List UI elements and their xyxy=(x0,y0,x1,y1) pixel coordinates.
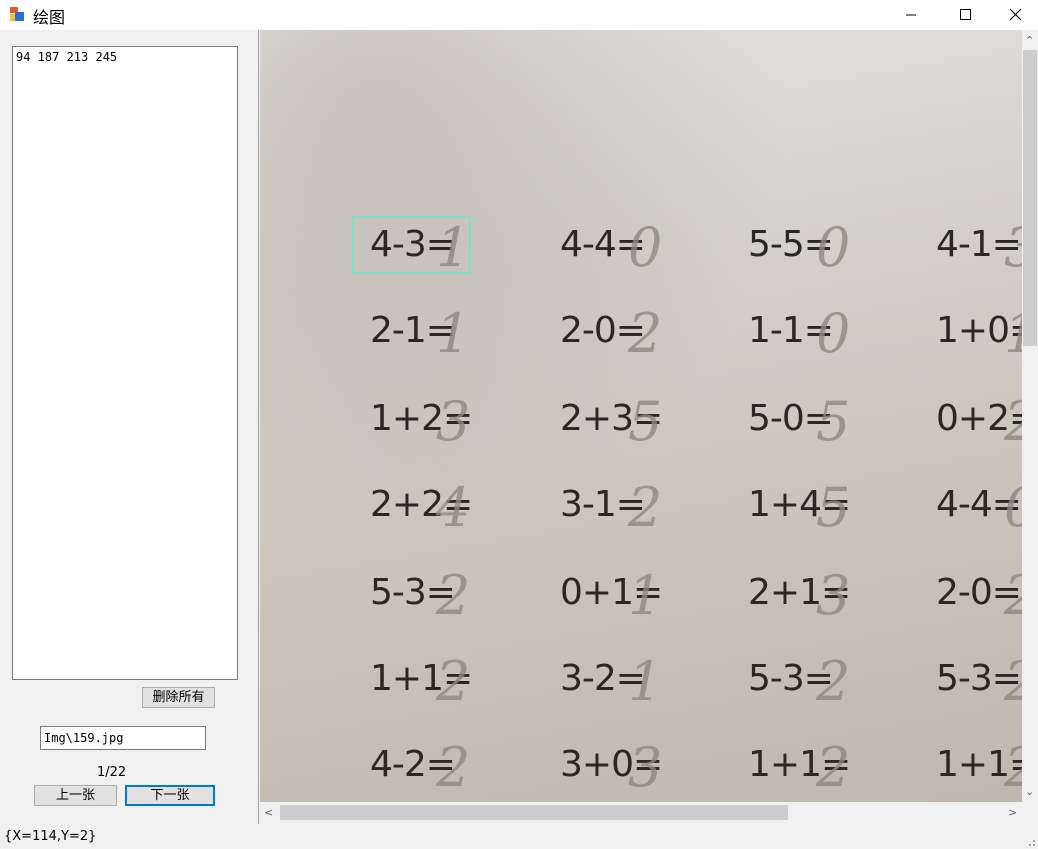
problem-cell: 2-0=2 xyxy=(560,302,735,365)
problem-cell: 2+1= 3 xyxy=(748,564,923,627)
problem-cell: 1+2= 3 xyxy=(370,390,545,453)
problem-cell: 3+0= 3 xyxy=(560,736,735,799)
problem-cell: 1+1=2 xyxy=(936,736,1022,799)
handwritten-answer: 2 xyxy=(1004,736,1022,799)
vertical-scroll-thumb[interactable] xyxy=(1023,50,1037,346)
problem-cell: 2+3= 5 xyxy=(560,390,735,453)
maximize-icon xyxy=(960,9,971,20)
status-bar: {X=114,Y=2} xyxy=(0,824,1038,849)
problem-cell: 4-1=3 xyxy=(936,216,1022,279)
handwritten-answer: 2 xyxy=(436,564,471,627)
handwritten-answer: 5 xyxy=(816,476,851,539)
problem-cell: 1+1=2 xyxy=(370,650,545,713)
handwritten-answer: 4 xyxy=(436,476,471,539)
left-panel: 94 187 213 245 删除所有 1/22 上一张 下一张 xyxy=(0,30,259,824)
problem-cell: 1-1= 0 xyxy=(748,302,923,365)
horizontal-scroll-thumb[interactable] xyxy=(280,805,788,820)
problem-cell: 0+2=2 xyxy=(936,390,1022,453)
scroll-left-icon[interactable]: < xyxy=(264,807,273,818)
handwritten-answer: 3 xyxy=(816,564,851,627)
problem-cell: 1+1=2 xyxy=(748,736,923,799)
vertical-scrollbar[interactable]: ⌃ ⌄ xyxy=(1022,30,1038,802)
image-viewer[interactable]: 4-3=14-4=05-5=04-1=32-1=12-0=21-1=01+0=1… xyxy=(260,30,1022,802)
scroll-right-icon[interactable]: > xyxy=(1008,807,1017,818)
title-bar: 绘图 xyxy=(0,0,1038,30)
handwritten-answer: 3 xyxy=(628,736,663,799)
resize-grip-icon[interactable] xyxy=(1024,835,1036,847)
handwritten-answer: 1 xyxy=(628,650,663,713)
handwritten-answer: 1 xyxy=(436,302,471,365)
handwritten-answer: 2 xyxy=(1004,564,1022,627)
problem-cell: 4-2= 2 xyxy=(370,736,545,799)
cursor-position-label: {X=114,Y=2} xyxy=(4,829,97,844)
problem-cell: 5-3=2 xyxy=(370,564,545,627)
handwritten-answer: 2 xyxy=(436,650,471,713)
problem-cell: 3-2= 1 xyxy=(560,650,735,713)
handwritten-answer: 0 xyxy=(816,302,851,365)
worksheet-photo: 4-3=14-4=05-5=04-1=32-1=12-0=21-1=01+0=1… xyxy=(260,30,1022,802)
problem-cell: 5-0= 5 xyxy=(748,390,923,453)
horizontal-scrollbar[interactable]: < > xyxy=(260,802,1022,823)
problem-cell: 5-5= 0 xyxy=(748,216,923,279)
handwritten-answer: 5 xyxy=(816,390,851,453)
coordinates-textbox[interactable]: 94 187 213 245 xyxy=(12,46,238,680)
close-button[interactable] xyxy=(992,0,1038,30)
handwritten-answer: 1 xyxy=(628,564,663,627)
handwritten-answer: 3 xyxy=(1004,216,1022,279)
handwritten-answer: 0 xyxy=(1004,476,1022,539)
problem-cell: 4-4=0 xyxy=(560,216,735,279)
scroll-down-icon[interactable]: ⌄ xyxy=(1025,786,1034,797)
handwritten-answer: 1 xyxy=(1004,302,1022,365)
problem-cell: 5-3=2 xyxy=(748,650,923,713)
handwritten-answer: 0 xyxy=(628,216,663,279)
problem-cell: 1+4= 5 xyxy=(748,476,923,539)
problem-cell: 2+2= 4 xyxy=(370,476,545,539)
minimize-icon xyxy=(906,14,916,16)
problem-cell: 2-1= 1 xyxy=(370,302,545,365)
problem-cell: 2-0=2 xyxy=(936,564,1022,627)
file-path-input[interactable] xyxy=(40,726,206,750)
handwritten-answer: 5 xyxy=(628,390,663,453)
handwritten-answer: 3 xyxy=(436,390,471,453)
app-form-icon xyxy=(10,7,24,21)
close-icon xyxy=(1009,8,1022,21)
window-title: 绘图 xyxy=(33,8,66,27)
problem-cell: 1+0=1 xyxy=(936,302,1022,365)
handwritten-answer: 0 xyxy=(816,216,851,279)
maximize-button[interactable] xyxy=(942,0,988,30)
problem-cell: 3-1= 2 xyxy=(560,476,735,539)
handwritten-answer: 2 xyxy=(816,736,851,799)
problem-cell: 0+1= 1 xyxy=(560,564,735,627)
problem-cell: 4-4=0 xyxy=(936,476,1022,539)
handwritten-answer: 2 xyxy=(1004,390,1022,453)
handwritten-answer: 2 xyxy=(628,302,663,365)
handwritten-answer: 2 xyxy=(1004,650,1022,713)
minimize-button[interactable] xyxy=(888,0,934,30)
handwritten-answer: 2 xyxy=(628,476,663,539)
handwritten-answer: 2 xyxy=(816,650,851,713)
page-counter: 1/22 xyxy=(97,765,127,780)
delete-all-button[interactable]: 删除所有 xyxy=(142,687,215,708)
problem-cell: 5-3=2 xyxy=(936,650,1022,713)
previous-image-button[interactable]: 上一张 xyxy=(34,785,117,806)
scroll-up-icon[interactable]: ⌃ xyxy=(1025,35,1034,46)
next-image-button[interactable]: 下一张 xyxy=(125,785,215,806)
handwritten-answer: 2 xyxy=(436,736,471,799)
selection-rectangle[interactable] xyxy=(352,216,471,274)
